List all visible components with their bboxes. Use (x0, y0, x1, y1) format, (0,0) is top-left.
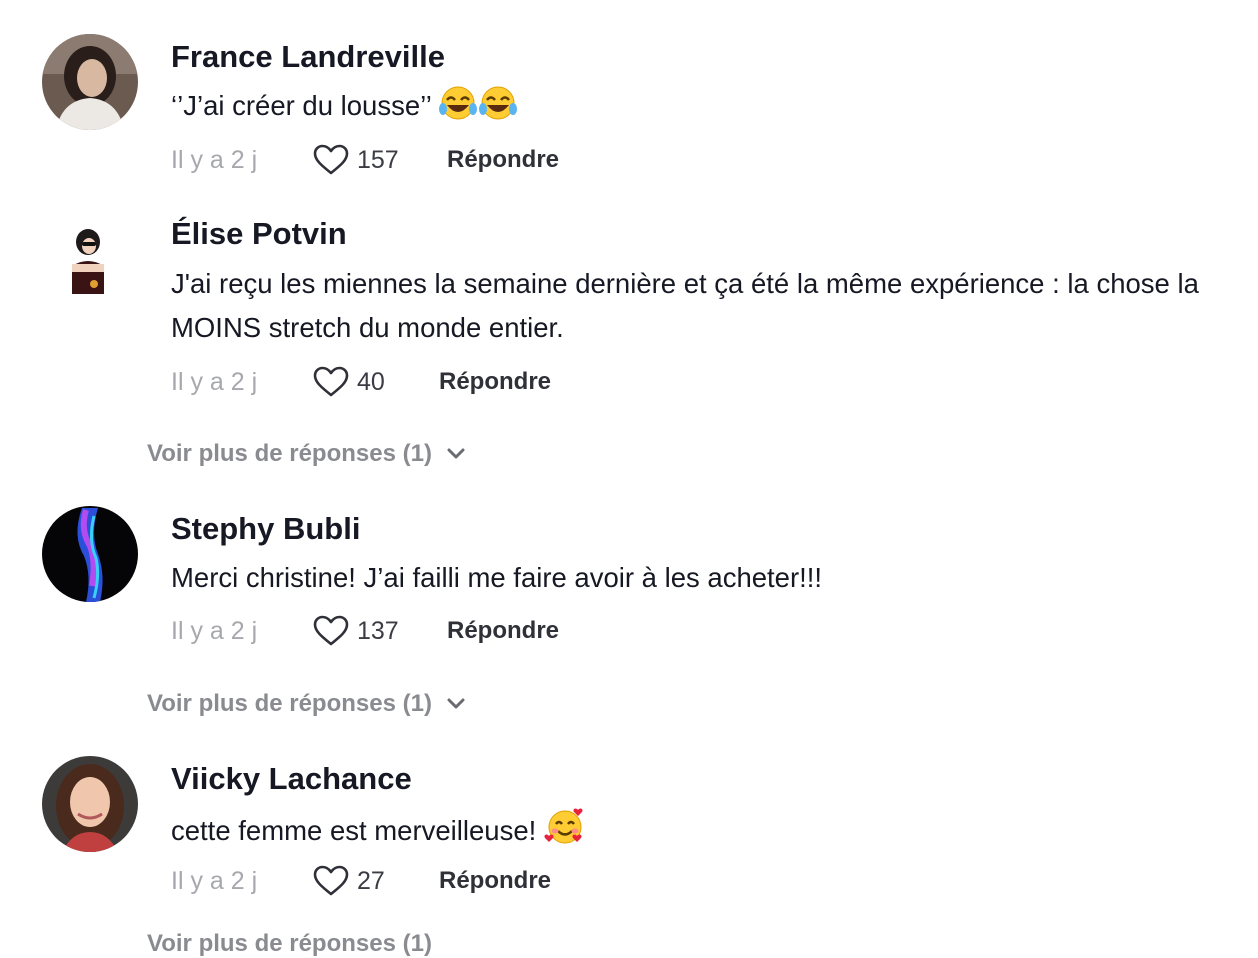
comment-text: ‘’J’ai créer du lousse’’ (171, 84, 1241, 134)
avatar[interactable] (42, 34, 138, 130)
reply-button[interactable]: Répondre (447, 617, 559, 645)
view-more-replies-label: Voir plus de réponses (1) (147, 440, 432, 467)
view-more-replies-button[interactable]: Voir plus de réponses (1) (147, 436, 466, 472)
like-count: 27 (357, 866, 385, 895)
comment-text: cette femme est merveilleuse! (171, 806, 1241, 859)
timestamp: Il y a 2 j (171, 367, 258, 396)
heart-icon (313, 865, 349, 896)
view-more-replies-label: Voir plus de réponses (1) (147, 690, 432, 717)
comment-text-content: cette femme est merveilleuse! (171, 815, 537, 846)
smiling-face-with-hearts-icon (544, 806, 586, 859)
timestamp: Il y a 2 j (171, 866, 258, 895)
username[interactable]: Viicky Lachance (171, 761, 412, 797)
like-button[interactable]: 27 (313, 865, 439, 897)
reply-button[interactable]: Répondre (439, 867, 551, 895)
laughing-emoji-icon (438, 85, 478, 134)
heart-icon (313, 144, 349, 175)
like-count: 157 (357, 145, 399, 174)
reply-button[interactable]: Répondre (447, 146, 559, 174)
like-count: 40 (357, 367, 385, 396)
avatar[interactable] (42, 756, 138, 852)
chevron-down-icon (447, 698, 465, 709)
like-button[interactable]: 137 (313, 615, 447, 647)
timestamp: Il y a 2 j (171, 616, 258, 645)
avatar[interactable] (42, 212, 138, 308)
like-count: 137 (357, 616, 399, 645)
view-more-replies-button[interactable]: Voir plus de réponses (1) (147, 686, 466, 722)
laughing-emoji-icon (478, 85, 518, 134)
timestamp: Il y a 2 j (171, 145, 258, 174)
comment-meta: Il y a 2 j 40 Répondre (171, 362, 551, 402)
like-button[interactable]: 157 (313, 144, 447, 176)
reply-button[interactable]: Répondre (439, 368, 551, 396)
like-button[interactable]: 40 (313, 366, 439, 398)
comment-meta: Il y a 2 j 137 Répondre (171, 611, 559, 651)
username[interactable]: Stephy Bubli (171, 511, 360, 547)
comment-text: Merci christine! J’ai failli me faire av… (171, 562, 823, 593)
heart-icon (313, 615, 349, 646)
comment-text: J'ai reçu les miennes la semaine dernièr… (171, 268, 1199, 343)
comment-text-content: ‘’J’ai créer du lousse’’ (171, 90, 431, 121)
comment-meta: Il y a 2 j 157 Répondre (171, 140, 559, 180)
username[interactable]: France Landreville (171, 39, 445, 75)
comment-meta: Il y a 2 j 27 Répondre (171, 861, 551, 901)
view-more-replies-button[interactable]: Voir plus de réponses (1) (147, 930, 432, 958)
chevron-down-icon (447, 448, 465, 459)
username[interactable]: Élise Potvin (171, 216, 347, 252)
heart-icon (313, 366, 349, 397)
avatar[interactable] (42, 506, 138, 602)
